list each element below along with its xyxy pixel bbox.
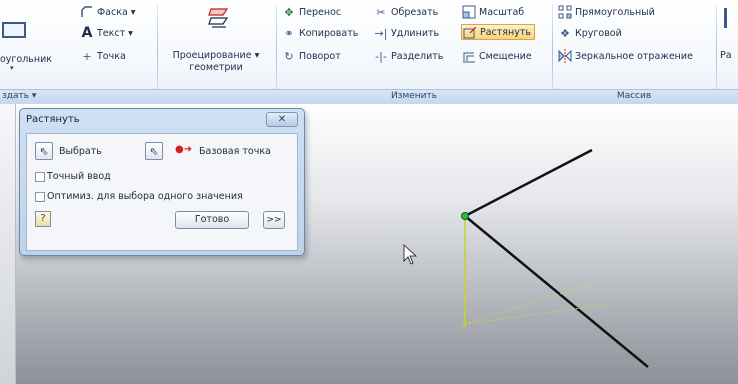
sketch-line-lower[interactable] bbox=[464, 215, 649, 368]
offset-button[interactable]: Смещение bbox=[462, 48, 532, 64]
base-point-select-button[interactable]: ⇖ bbox=[145, 142, 163, 160]
select-button[interactable]: ⇖ bbox=[35, 142, 53, 160]
rectangle-tool-partial[interactable]: оугольник ▾ bbox=[0, 16, 66, 76]
text-button[interactable]: A Текст ▾ bbox=[80, 25, 133, 41]
extend-label: Удлинить bbox=[391, 27, 440, 39]
scale-icon bbox=[462, 5, 476, 19]
dialog-body: ⇖ Выбрать ⇖ ●➜ Базовая точка Точный ввод… bbox=[26, 133, 298, 251]
move-button[interactable]: ✥ Перенос bbox=[282, 4, 341, 20]
point-icon: + bbox=[82, 49, 92, 63]
split-button[interactable]: -|- Разделить bbox=[374, 48, 443, 64]
precise-input-label: Точный ввод bbox=[47, 171, 111, 182]
project-geometry-button[interactable]: Проецирование ▾ геометрии bbox=[162, 6, 270, 86]
rectangle-icon bbox=[2, 22, 26, 38]
select-label: Выбрать bbox=[59, 146, 102, 157]
mirror-label: Зеркальное отражение bbox=[575, 50, 693, 62]
dialog-title: Растянуть bbox=[26, 114, 80, 125]
dialog-title-bar[interactable]: Растянуть ✕ bbox=[20, 109, 304, 131]
chamfer-label: Фаска ▾ bbox=[97, 6, 136, 18]
extend-button[interactable]: →| Удлинить bbox=[374, 25, 440, 41]
scale-label: Масштаб bbox=[479, 6, 525, 18]
base-point-marker[interactable] bbox=[461, 212, 469, 220]
copy-label: Копировать bbox=[299, 27, 359, 39]
cursor-arrow-icon: ⇖ bbox=[39, 144, 49, 158]
rotate-button[interactable]: ↻ Поворот bbox=[282, 48, 341, 64]
cursor-arrow-icon: ⇖ bbox=[149, 144, 159, 158]
rotate-icon: ↻ bbox=[284, 49, 294, 63]
copy-icon: ⚭ bbox=[284, 26, 294, 40]
trim-label: Обрезать bbox=[391, 6, 439, 18]
base-point-label: Базовая точка bbox=[199, 146, 271, 157]
circular-pattern-button[interactable]: ❖ Круговой bbox=[558, 25, 622, 41]
base-point-marker-icon: ●➜ bbox=[175, 144, 193, 155]
ribbon: оугольник ▾ Фаска ▾ A Текст ▾ + Точка Пр… bbox=[0, 0, 738, 104]
chamfer-button[interactable]: Фаска ▾ bbox=[80, 4, 136, 20]
point-button[interactable]: + Точка bbox=[80, 48, 126, 64]
project-geometry-label-1: Проецирование ▾ bbox=[172, 50, 260, 61]
offset-icon bbox=[462, 49, 476, 63]
split-label: Разделить bbox=[391, 50, 444, 62]
dimension-label: Ра bbox=[720, 50, 732, 61]
chevron-down-icon: ▾ bbox=[10, 64, 14, 72]
stretch-label: Растянуть bbox=[480, 26, 531, 38]
move-label: Перенос bbox=[299, 6, 342, 18]
chamfer-icon bbox=[80, 5, 94, 19]
done-button[interactable]: Готово bbox=[175, 211, 249, 229]
circular-pattern-label: Круговой bbox=[575, 27, 622, 39]
cursor-arrow-icon bbox=[403, 244, 418, 265]
stretch-icon bbox=[463, 25, 477, 39]
optimize-label: Оптимиз. для выбора одного значения bbox=[47, 191, 243, 202]
copy-button[interactable]: ⚭ Копировать bbox=[282, 25, 358, 41]
sketch-line-upper[interactable] bbox=[464, 148, 593, 218]
project-geometry-icon bbox=[206, 6, 232, 35]
rotate-label: Поворот bbox=[299, 50, 341, 62]
rectangular-pattern-button[interactable]: Прямоугольный bbox=[558, 4, 655, 20]
rectangular-pattern-label: Прямоугольный bbox=[575, 6, 655, 18]
mirror-icon bbox=[558, 49, 572, 63]
pattern-panel-title: Массив bbox=[616, 91, 652, 101]
project-geometry-label-2: геометрии bbox=[189, 62, 243, 73]
circular-pattern-icon: ❖ bbox=[560, 26, 570, 40]
preview-line-dashed bbox=[464, 303, 611, 325]
precise-input-checkbox[interactable] bbox=[35, 172, 45, 182]
dimension-icon bbox=[724, 8, 727, 28]
more-options-button[interactable]: >> bbox=[263, 211, 285, 229]
split-icon: -|- bbox=[375, 49, 387, 63]
scale-button[interactable]: Масштаб bbox=[462, 4, 524, 20]
extend-icon: →| bbox=[374, 26, 388, 40]
text-icon: A bbox=[81, 25, 93, 41]
point-label: Точка bbox=[97, 50, 126, 62]
text-label: Текст ▾ bbox=[97, 27, 133, 39]
stretch-dialog: Растянуть ✕ ⇖ Выбрать ⇖ ●➜ Базовая точка… bbox=[19, 108, 305, 256]
preview-point-marker: × bbox=[461, 321, 469, 331]
move-icon: ✥ bbox=[284, 5, 294, 19]
optimize-checkbox[interactable] bbox=[35, 192, 45, 202]
close-button[interactable]: ✕ bbox=[266, 112, 298, 127]
trim-icon: ✂ bbox=[376, 5, 386, 19]
stretch-button[interactable]: Растянуть bbox=[461, 24, 535, 40]
create-panel-title[interactable]: здать ▾ bbox=[0, 90, 60, 103]
mirror-button[interactable]: Зеркальное отражение bbox=[558, 48, 693, 64]
modify-panel-title: Изменить bbox=[390, 91, 438, 101]
offset-label: Смещение bbox=[479, 50, 532, 62]
help-button[interactable]: ? bbox=[35, 211, 51, 227]
trim-button[interactable]: ✂ Обрезать bbox=[374, 4, 438, 20]
rectangular-pattern-icon bbox=[558, 5, 572, 19]
dimension-tool-partial[interactable]: Ра bbox=[720, 8, 738, 68]
